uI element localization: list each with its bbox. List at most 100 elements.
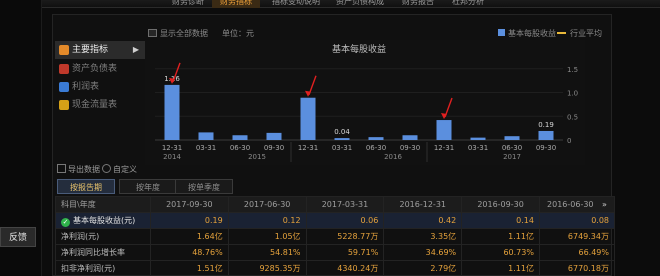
top-nav-item[interactable]: 财务报告 bbox=[402, 0, 434, 7]
row-label: 净利润(元) bbox=[55, 228, 151, 245]
table-header-label: 科目\年度 bbox=[55, 196, 151, 213]
bar bbox=[164, 84, 180, 140]
table-cell: 6770.18万 bbox=[538, 260, 616, 276]
top-nav: 财务诊断 财务指标 指标变动说明 资产负债构成 财务报告 杜邦分析 bbox=[42, 0, 660, 8]
table-cell: 60.73% bbox=[461, 244, 540, 261]
sidebar-item-label: 主要指标 bbox=[72, 45, 109, 55]
bar bbox=[504, 136, 520, 140]
top-nav-item[interactable]: 杜邦分析 bbox=[452, 0, 484, 7]
table-cell: 34.69% bbox=[383, 244, 463, 261]
table-icon bbox=[59, 64, 69, 74]
export-label: 导出数据 bbox=[68, 165, 100, 174]
table-header-period[interactable]: 2017-06-30 bbox=[227, 196, 307, 213]
table-cell: 1.11亿 bbox=[461, 260, 540, 276]
unit-label: 单位：元 bbox=[222, 29, 254, 38]
bar bbox=[300, 97, 316, 140]
table-cell: 4340.24万 bbox=[305, 260, 385, 276]
table-cell: 5228.77万 bbox=[305, 228, 385, 245]
sidebar-item-label: 利润表 bbox=[72, 82, 100, 92]
table-cell: 59.71% bbox=[305, 244, 385, 261]
gear-icon bbox=[59, 45, 69, 55]
bar bbox=[402, 135, 418, 140]
row-label: 扣非净利润(元) bbox=[55, 260, 151, 276]
bar bbox=[334, 138, 350, 140]
x-tick-label: 12-31 bbox=[434, 144, 454, 152]
sidebar-item-label: 资产负债表 bbox=[72, 64, 118, 74]
bar bbox=[368, 137, 384, 140]
table-cell: 0.19 bbox=[149, 212, 229, 229]
table-cell: 0.06 bbox=[305, 212, 385, 229]
export-data-button[interactable]: 导出数据 bbox=[57, 164, 100, 175]
legend-bar-swatch bbox=[498, 29, 505, 36]
table-cell: 0.12 bbox=[227, 212, 307, 229]
customize-label: 自定义 bbox=[113, 165, 137, 174]
sidebar-item[interactable]: 主要指标 ▶ bbox=[55, 41, 145, 59]
year-label: 2014 bbox=[163, 153, 181, 161]
x-tick-label: 09-30 bbox=[264, 144, 284, 152]
sidebar-item[interactable]: 利润表 bbox=[55, 78, 145, 96]
table-row[interactable]: ✓ 基本每股收益(元) 0.19 0.12 0.06 0.42 0.14 0.08 bbox=[55, 212, 616, 229]
table-header-period[interactable]: 2016-06-30 » bbox=[538, 196, 616, 213]
table-cell: 1.64亿 bbox=[149, 228, 229, 245]
data-label: 0.04 bbox=[334, 128, 350, 136]
pie-icon bbox=[59, 82, 69, 92]
table-header-period[interactable]: 2016-12-31 bbox=[383, 196, 463, 213]
check-icon: ✓ bbox=[61, 217, 70, 227]
x-tick-label: 12-31 bbox=[162, 144, 182, 152]
period-tab[interactable]: 按年度 bbox=[119, 179, 177, 194]
legend-line-label: 行业平均 bbox=[570, 29, 602, 38]
chart-title: 基本每股收益 bbox=[332, 43, 386, 55]
table-cell: 0.08 bbox=[538, 212, 616, 229]
sidebar-item[interactable]: 现金流量表 bbox=[55, 96, 145, 114]
period-tab[interactable]: 按单季度 bbox=[175, 179, 233, 194]
period-tab[interactable]: 按报告期 bbox=[57, 179, 115, 194]
bar bbox=[470, 137, 486, 140]
table-row[interactable]: 扣非净利润(元) 1.51亿 9285.35万 4340.24万 2.79亿 1.11亿 6… bbox=[55, 260, 616, 276]
table-header-period[interactable]: 2017-09-30 bbox=[149, 196, 229, 213]
table-cell: 6749.34万 bbox=[538, 228, 616, 245]
table-cell: 9285.35万 bbox=[227, 260, 307, 276]
top-nav-item[interactable]: 指标变动说明 bbox=[272, 0, 320, 7]
y-tick-label: 1.0 bbox=[567, 90, 578, 98]
settings-icon bbox=[102, 164, 111, 173]
row-label: ✓ 基本每股收益(元) bbox=[55, 212, 151, 229]
table-cell: 1.51亿 bbox=[149, 260, 229, 276]
year-label: 2017 bbox=[503, 153, 521, 161]
sidebar-item[interactable]: 资产负债表 bbox=[55, 60, 145, 78]
x-tick-label: 09-30 bbox=[400, 144, 420, 152]
top-nav-item[interactable]: 财务指标 bbox=[220, 0, 252, 7]
table-cell: 48.76% bbox=[149, 244, 229, 261]
eps-bar-chart: 基本每股收益00.51.01.512-311.1603-3106-3009-30… bbox=[145, 40, 585, 165]
x-tick-label: 06-30 bbox=[502, 144, 522, 152]
top-nav-item[interactable]: 资产负债构成 bbox=[336, 0, 384, 7]
table-cell: 0.14 bbox=[461, 212, 540, 229]
x-tick-label: 06-30 bbox=[366, 144, 386, 152]
data-label: 0.19 bbox=[538, 121, 554, 129]
show-all-checkbox[interactable] bbox=[148, 29, 157, 37]
bar bbox=[232, 135, 248, 140]
legend-bar-label: 基本每股收益 bbox=[508, 29, 556, 38]
year-label: 2016 bbox=[384, 153, 402, 161]
indicator-table: 科目\年度 2017-09-30 2017-06-30 2017-03-31 2016-… bbox=[55, 196, 616, 276]
y-tick-label: 0 bbox=[567, 137, 571, 145]
next-page-icon[interactable]: » bbox=[600, 200, 607, 209]
export-icon bbox=[57, 164, 66, 173]
x-tick-label: 12-31 bbox=[298, 144, 318, 152]
bar bbox=[538, 130, 554, 140]
customize-button[interactable]: 自定义 bbox=[102, 164, 137, 175]
table-row[interactable]: 净利润(元) 1.64亿 1.05亿 5228.77万 3.35亿 1.11亿 6749.3… bbox=[55, 228, 616, 245]
x-tick-label: 09-30 bbox=[536, 144, 556, 152]
x-tick-label: 03-31 bbox=[468, 144, 488, 152]
legend-line-swatch bbox=[557, 32, 566, 34]
bar bbox=[198, 132, 214, 140]
table-header-period[interactable]: 2017-03-31 bbox=[305, 196, 385, 213]
year-label: 2015 bbox=[248, 153, 266, 161]
top-nav-item[interactable]: 财务诊断 bbox=[172, 0, 204, 7]
bar bbox=[266, 132, 282, 140]
feedback-button[interactable]: 反馈 bbox=[0, 227, 36, 247]
table-row[interactable]: 净利润同比增长率 48.76% 54.81% 59.71% 34.69% 60.73% 66… bbox=[55, 244, 616, 261]
cash-icon bbox=[59, 100, 69, 110]
table-header-period[interactable]: 2016-09-30 bbox=[461, 196, 540, 213]
sidebar-item-label: 现金流量表 bbox=[72, 100, 118, 110]
x-tick-label: 03-31 bbox=[332, 144, 352, 152]
